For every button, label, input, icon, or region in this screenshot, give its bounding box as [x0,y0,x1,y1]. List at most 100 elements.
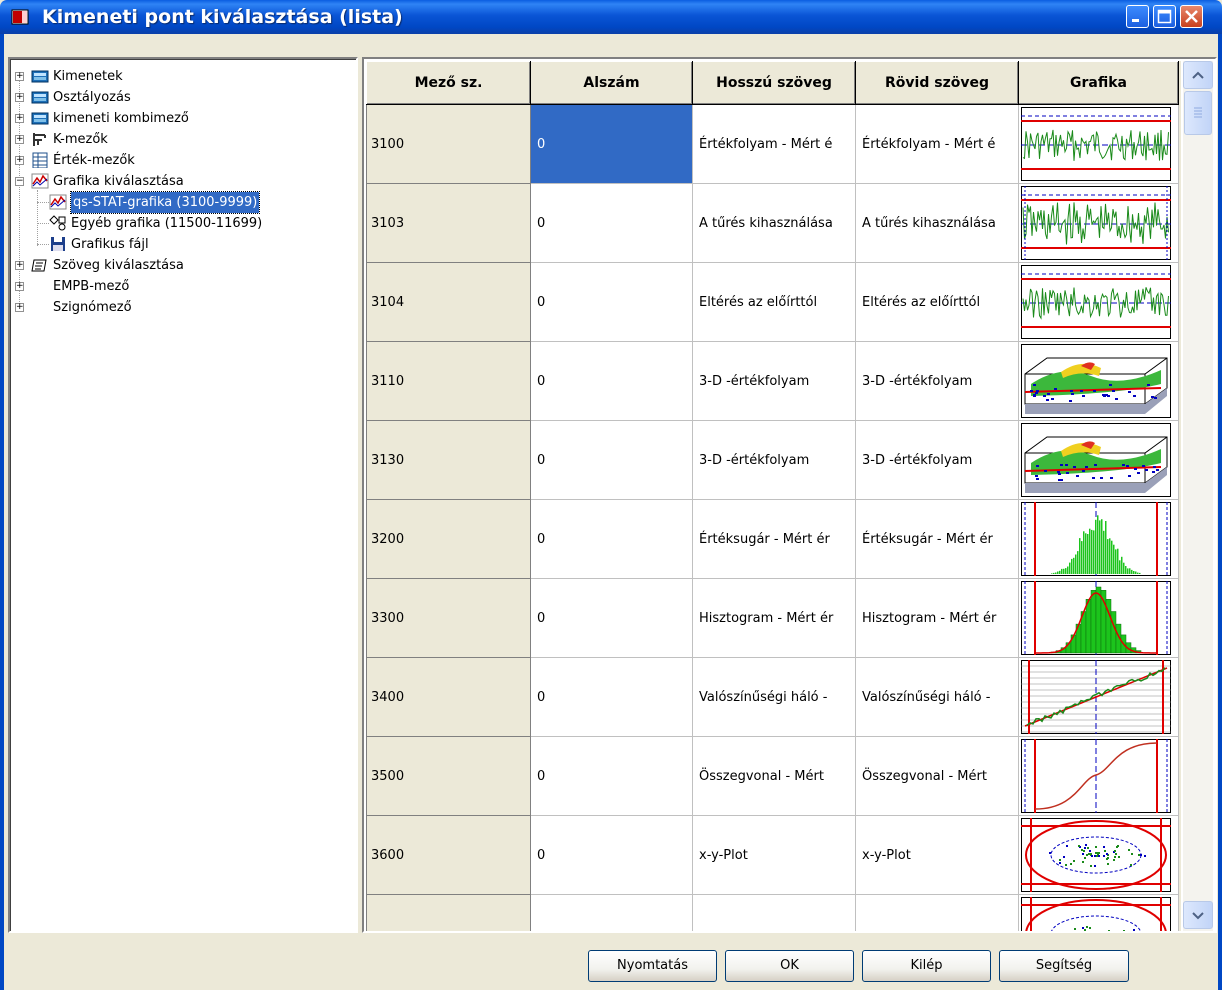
tree-item-3[interactable]: + K-mezők [11,129,351,150]
cell-hosszu-szoveg[interactable]: Összegvonal - Mért [692,736,856,816]
print-button[interactable]: Nyomtatás [588,950,717,982]
help-button[interactable]: Segítség [999,950,1129,982]
minimize-button[interactable] [1126,5,1149,28]
cell-alszam[interactable]: 0 [530,420,693,500]
cell-grafika[interactable] [1018,815,1179,895]
cell-hosszu-szoveg[interactable]: Értéksugár - Mért ér [692,499,856,579]
cell-hosszu-szoveg[interactable]: 3-D -értékfolyam [692,341,856,421]
table-row[interactable]: 3130 0 3-D -értékfolyam 3-D -értékfolyam [366,420,1179,500]
cell-alszam[interactable]: 0 [530,262,693,342]
cell-hosszu-szoveg[interactable]: x-y-Plot [692,815,856,895]
cell-alszam[interactable]: 0 [530,736,693,816]
cell-mezo[interactable]: 3600 [366,815,531,895]
table-row[interactable] [366,894,1179,931]
cell-mezo[interactable]: 3103 [366,183,531,263]
table-row[interactable]: 3103 0 A tűrés kihasználása A tűrés kihaszn… [366,183,1179,263]
tree-item-5[interactable]: − Grafika kiválasztása [11,171,351,192]
cell-hosszu-szoveg[interactable] [692,894,856,931]
table-row[interactable]: 3104 0 Eltérés az előírttól Eltérés az előí… [366,262,1179,342]
close-button[interactable] [1180,5,1203,28]
cell-rovid-szoveg[interactable]: Értékfolyam - Mért é [855,104,1019,184]
tree-item-1[interactable]: + Osztályozás [11,87,351,108]
tree-item-11[interactable]: + Szignómező [11,297,351,318]
table-row[interactable]: 3100 0 Értékfolyam - Mért é Értékfolyam - M… [366,104,1179,184]
cell-rovid-szoveg[interactable]: x-y-Plot [855,815,1019,895]
expand-toggle[interactable]: + [15,261,24,270]
cell-alszam[interactable]: 0 [530,657,693,737]
cell-mezo[interactable]: 3100 [366,104,531,184]
tree-item-2[interactable]: + kimeneti kombimező [11,108,351,129]
tree-item-6[interactable]: qs-STAT-grafika (3100-9999) [11,191,351,214]
tree-item-4[interactable]: + Érték-mezők [11,150,351,171]
expand-toggle[interactable]: + [15,135,24,144]
cell-alszam[interactable]: 0 [530,578,693,658]
scroll-up-button[interactable] [1183,61,1213,89]
column-header-alszam[interactable]: Alszám [530,61,693,105]
cell-mezo[interactable]: 3200 [366,499,531,579]
cell-mezo[interactable]: 3104 [366,262,531,342]
tree-item-7[interactable]: Egyéb grafika (11500-11699) [11,213,351,234]
vertical-scrollbar[interactable] [1183,61,1213,931]
field-grid[interactable]: Mező sz. Alszám Hosszú szöveg Rövid szöv… [362,57,1217,933]
cell-rovid-szoveg[interactable]: Eltérés az előírttól [855,262,1019,342]
cell-rovid-szoveg[interactable]: Hisztogram - Mért ér [855,578,1019,658]
cell-rovid-szoveg[interactable]: A tűrés kihasználása [855,183,1019,263]
table-row[interactable]: 3300 0 Hisztogram - Mért ér Hisztogram - Mé… [366,578,1179,658]
cell-mezo[interactable]: 3110 [366,341,531,421]
column-header-hosszu[interactable]: Hosszú szöveg [692,61,856,105]
cell-grafika[interactable] [1018,578,1179,658]
table-row[interactable]: 3500 0 Összegvonal - Mért Összegvonal - Mér… [366,736,1179,816]
table-row[interactable]: 3200 0 Értéksugár - Mért ér Értéksugár - Mé… [366,499,1179,579]
cell-alszam[interactable]: 0 [530,183,693,263]
cell-mezo[interactable]: 3500 [366,736,531,816]
cell-mezo[interactable]: 3130 [366,420,531,500]
exit-button[interactable]: Kilép [862,950,991,982]
cell-grafika[interactable] [1018,736,1179,816]
cell-grafika[interactable] [1018,894,1179,931]
tree-item-9[interactable]: + Szöveg kiválasztása [11,255,351,276]
cell-alszam[interactable] [530,894,693,931]
cell-hosszu-szoveg[interactable]: Hisztogram - Mért ér [692,578,856,658]
cell-grafika[interactable] [1018,499,1179,579]
table-row[interactable]: 3110 0 3-D -értékfolyam 3-D -értékfolyam [366,341,1179,421]
cell-rovid-szoveg[interactable]: Valószínűségi háló - [855,657,1019,737]
cell-alszam[interactable]: 0 [530,341,693,421]
column-header-mezo[interactable]: Mező sz. [366,61,531,105]
cell-grafika[interactable] [1018,341,1179,421]
expand-toggle[interactable]: + [15,114,24,123]
expand-toggle[interactable]: + [15,93,24,102]
cell-grafika[interactable] [1018,104,1179,184]
cell-hosszu-szoveg[interactable]: Valószínűségi háló - [692,657,856,737]
cell-alszam[interactable]: 0 [530,815,693,895]
cell-mezo[interactable] [366,894,531,931]
cell-rovid-szoveg[interactable]: Összegvonal - Mért [855,736,1019,816]
cell-rovid-szoveg[interactable]: 3-D -értékfolyam [855,341,1019,421]
expand-toggle[interactable]: + [15,156,24,165]
cell-mezo[interactable]: 3300 [366,578,531,658]
cell-rovid-szoveg[interactable] [855,894,1019,931]
title-bar[interactable]: Kimeneti pont kiválasztása (lista) [0,0,1222,34]
category-tree[interactable]: + Kimenetek + Osztályozás + kimeneti kombimez… [8,57,358,933]
scroll-thumb[interactable] [1184,91,1212,135]
scroll-down-button[interactable] [1183,901,1213,929]
column-header-rovid[interactable]: Rövid szöveg [855,61,1019,105]
cell-grafika[interactable] [1018,262,1179,342]
maximize-button[interactable] [1153,5,1176,28]
cell-hosszu-szoveg[interactable]: Értékfolyam - Mért é [692,104,856,184]
column-header-grafika[interactable]: Grafika [1018,61,1179,105]
table-row[interactable]: 3400 0 Valószínűségi háló - Valószínűségi h… [366,657,1179,737]
expand-toggle[interactable]: + [15,282,24,291]
cell-rovid-szoveg[interactable]: 3-D -értékfolyam [855,420,1019,500]
table-row[interactable]: 3600 0 x-y-Plot x-y-Plot [366,815,1179,895]
expand-toggle[interactable]: + [15,303,24,312]
expand-toggle[interactable]: + [15,72,24,81]
cell-grafika[interactable] [1018,657,1179,737]
cell-grafika[interactable] [1018,183,1179,263]
cell-alszam[interactable]: 0 [530,499,693,579]
cell-hosszu-szoveg[interactable]: A tűrés kihasználása [692,183,856,263]
cell-rovid-szoveg[interactable]: Értéksugár - Mért ér [855,499,1019,579]
cell-hosszu-szoveg[interactable]: 3-D -értékfolyam [692,420,856,500]
ok-button[interactable]: OK [725,950,854,982]
cell-grafika[interactable] [1018,420,1179,500]
cell-hosszu-szoveg[interactable]: Eltérés az előírttól [692,262,856,342]
